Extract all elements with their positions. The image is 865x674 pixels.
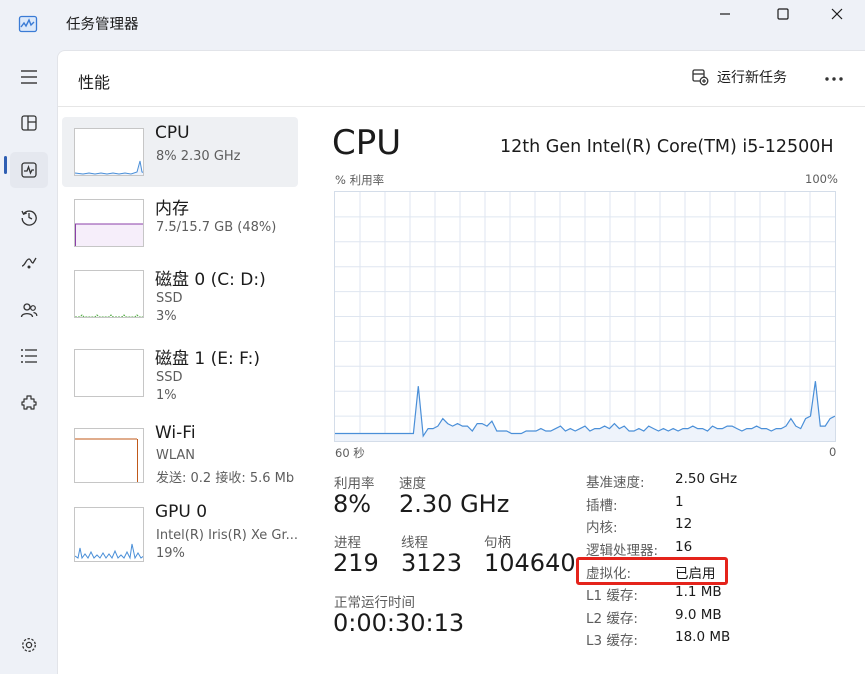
gpu-thumbnail-graph [74, 507, 144, 562]
spec-label: 基准速度: [586, 475, 645, 491]
header-divider [58, 106, 865, 107]
threads-value: 3123 [401, 549, 463, 577]
device-name: 内存 [155, 199, 189, 219]
nav-settings[interactable] [10, 627, 48, 663]
graph-y-label: % 利用率 [335, 173, 385, 187]
uptime-value: 0:00:30:13 [333, 609, 465, 637]
spec-label: 插槽: [586, 498, 618, 514]
cpu-utilization-graph [334, 191, 836, 442]
utilization-value: 8% [333, 490, 372, 518]
wifi-thumbnail-graph [74, 428, 144, 483]
performance-icon [21, 162, 37, 178]
device-wifi[interactable]: Wi-Fi WLAN 发送: 0.2 接收: 5.6 Mb [62, 417, 298, 487]
spec-value: 16 [675, 539, 693, 555]
device-name: CPU [155, 123, 190, 143]
page-title: 性能 [78, 73, 111, 92]
device-sub: 1% [156, 388, 177, 403]
run-new-task-icon [692, 69, 709, 86]
nav-processes[interactable] [10, 105, 48, 141]
device-gpu-0[interactable]: GPU 0 Intel(R) Iris(R) Xe Gr... 19% [62, 496, 298, 566]
services-icon [21, 395, 37, 410]
threads-label: 线程 [401, 535, 428, 551]
spec-value: 1.1 MB [675, 584, 722, 600]
close-button[interactable] [818, 4, 856, 24]
title-bar: 任务管理器 [0, 0, 865, 48]
nav-users[interactable] [10, 292, 48, 328]
disk0-thumbnail-graph [74, 270, 144, 318]
more-options-button[interactable] [820, 65, 848, 93]
disk1-thumbnail-graph [74, 349, 144, 397]
detail-title: CPU [332, 123, 402, 163]
nav-startup-apps[interactable] [10, 245, 48, 281]
settings-icon [22, 638, 36, 652]
maximize-icon [777, 8, 789, 20]
device-sub: 7.5/15.7 GB (48%) [156, 220, 277, 235]
spec-value: 18.0 MB [675, 629, 731, 645]
device-sub: SSD [156, 291, 183, 306]
processes-value: 219 [333, 549, 379, 577]
memory-thumbnail-graph [74, 199, 144, 247]
graph-x-right-label: 0 [829, 445, 837, 459]
app-title: 任务管理器 [66, 17, 139, 33]
minimize-button[interactable] [706, 4, 744, 24]
close-icon [831, 8, 843, 20]
details-icon [21, 349, 37, 363]
device-sub: WLAN [156, 448, 196, 463]
utilization-label: 利用率 [334, 476, 375, 492]
cpu-thumbnail-graph [74, 128, 144, 176]
app-history-icon [21, 210, 37, 226]
hamburger-menu-button[interactable] [10, 59, 48, 95]
handles-value: 104640 [484, 549, 576, 577]
device-name: Wi-Fi [155, 423, 196, 443]
handles-label: 句柄 [484, 535, 511, 551]
device-sub: 19% [156, 546, 185, 561]
maximize-button[interactable] [764, 4, 802, 24]
device-sub: SSD [156, 370, 183, 385]
graph-y-max-label: 100% [805, 172, 838, 186]
nav-app-history[interactable] [10, 199, 48, 235]
virtualization-highlight-box [576, 557, 728, 585]
processes-label: 进程 [334, 535, 361, 551]
hamburger-icon [21, 70, 37, 84]
device-name: 磁盘 1 (E: F:) [155, 349, 260, 369]
device-cpu[interactable]: CPU 8% 2.30 GHz [62, 117, 298, 187]
main-panel: 性能 运行新任务 CPU 8% 2.30 GHz 内存 7.5/15.7 GB … [57, 50, 865, 674]
uptime-label: 正常运行时间 [334, 595, 415, 611]
spec-label: 内核: [586, 520, 618, 536]
nav-active-indicator [4, 156, 7, 174]
device-sub: 发送: 0.2 接收: 5.6 Mb [156, 471, 295, 486]
minimize-icon [720, 13, 730, 15]
spec-value: 1 [675, 494, 684, 510]
run-new-task-label: 运行新任务 [717, 70, 787, 86]
device-name: GPU 0 [155, 502, 208, 522]
graph-x-left-label: 60 秒 [335, 446, 365, 460]
spec-value: 12 [675, 516, 693, 532]
spec-label: L3 缓存: [586, 633, 638, 649]
speed-label: 速度 [399, 476, 426, 492]
nav-services[interactable] [10, 385, 48, 421]
device-disk-0[interactable]: 磁盘 0 (C: D:) SSD 3% [62, 259, 298, 329]
device-sub: 3% [156, 309, 177, 324]
nav-details[interactable] [10, 338, 48, 374]
nav-performance[interactable] [10, 152, 48, 188]
startup-apps-icon [21, 257, 37, 269]
task-manager-icon [18, 14, 38, 34]
cpu-model-name: 12th Gen Intel(R) Core(TM) i5-12500H [500, 137, 834, 157]
device-disk-1[interactable]: 磁盘 1 (E: F:) SSD 1% [62, 338, 298, 408]
users-icon [20, 303, 38, 318]
processes-icon [21, 115, 37, 131]
device-name: 磁盘 0 (C: D:) [155, 270, 266, 290]
device-sub: Intel(R) Iris(R) Xe Gr... [156, 528, 299, 543]
more-icon [825, 77, 843, 81]
spec-label: 逻辑处理器: [586, 543, 659, 559]
run-new-task-button[interactable]: 运行新任务 [691, 67, 787, 87]
graph-grid [335, 192, 835, 441]
spec-label: L2 缓存: [586, 611, 638, 627]
device-sub: 8% 2.30 GHz [156, 149, 241, 164]
device-memory[interactable]: 内存 7.5/15.7 GB (48%) [62, 188, 298, 258]
spec-value: 9.0 MB [675, 607, 722, 623]
spec-value: 2.50 GHz [675, 471, 738, 487]
spec-label: L1 缓存: [586, 588, 638, 604]
speed-value: 2.30 GHz [399, 490, 510, 518]
